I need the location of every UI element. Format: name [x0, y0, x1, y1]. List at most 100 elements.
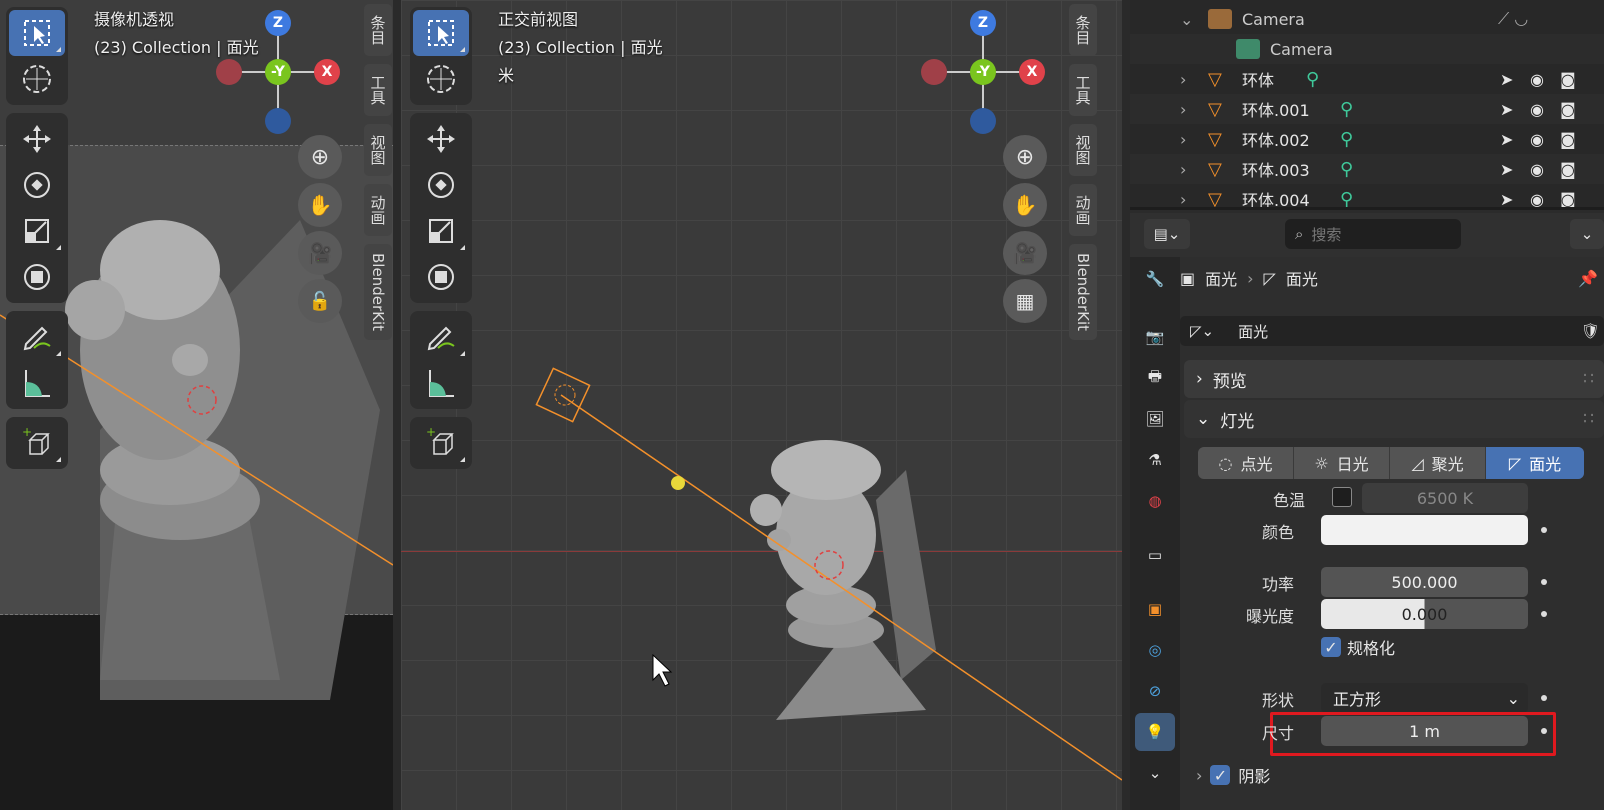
- outliner-row[interactable]: › ▽ 环体.004 ⚲ ➤ ◉ ◙: [1130, 184, 1604, 208]
- tab-blenderkit[interactable]: BlenderKit: [1069, 244, 1097, 340]
- keyframe-dot[interactable]: [1541, 527, 1547, 533]
- keyframe-dot[interactable]: [1541, 579, 1547, 585]
- light-type-area[interactable]: ◸ 面光: [1486, 447, 1584, 479]
- select-toggle-icon[interactable]: ➤: [1500, 100, 1513, 119]
- collapse-icon[interactable]: ⌄: [1180, 10, 1193, 29]
- camera-viewport[interactable]: 摄像机透视 (23) Collection | 面光 + Z -Y X ⊕ ✋ …: [0, 0, 393, 810]
- drag-handle-icon[interactable]: ∷: [1583, 369, 1594, 389]
- axis-neg-z-ball[interactable]: [265, 108, 291, 134]
- axis-neg-z-ball[interactable]: [970, 108, 996, 134]
- eye-icon[interactable]: ◉: [1530, 130, 1544, 149]
- tab-item[interactable]: 条目: [364, 4, 392, 56]
- tab-output[interactable]: 🖶: [1135, 359, 1175, 397]
- render-camera-icon[interactable]: ◙: [1560, 190, 1576, 208]
- measure-tool[interactable]: [9, 360, 65, 406]
- datablock-selector[interactable]: ◸⌄ 面光 🛡: [1180, 316, 1604, 346]
- tab-collection[interactable]: ▭: [1135, 536, 1175, 574]
- light-type-selector[interactable]: ◌ 点光 ☼ 日光 ◿ 聚光 ◸ 面光: [1198, 447, 1584, 479]
- render-camera-icon[interactable]: ◙: [1560, 100, 1576, 119]
- cursor-tool[interactable]: [413, 56, 469, 102]
- outliner-row[interactable]: Camera: [1130, 34, 1604, 64]
- eye-icon[interactable]: ◉: [1530, 70, 1544, 89]
- move-tool[interactable]: [413, 116, 469, 162]
- axis-neg-x-ball[interactable]: [216, 59, 242, 85]
- tab-blenderkit[interactable]: BlenderKit: [364, 244, 392, 340]
- keyframe-dot[interactable]: [1541, 611, 1547, 617]
- eye-icon[interactable]: ◉: [1530, 190, 1544, 208]
- move-tool[interactable]: [9, 116, 65, 162]
- camera-view-button[interactable]: 🎥: [1003, 231, 1047, 275]
- select-toggle-icon[interactable]: ➤: [1500, 130, 1513, 149]
- keyframe-dot[interactable]: [1541, 728, 1547, 734]
- pin-icon[interactable]: 📌: [1578, 269, 1598, 288]
- exposure-field[interactable]: 0.000: [1321, 599, 1528, 629]
- add-cube-tool[interactable]: +: [413, 420, 469, 466]
- transform-tool[interactable]: [9, 254, 65, 300]
- keyframe-dot[interactable]: [1541, 695, 1547, 701]
- navigation-gizmo[interactable]: Z -Y X: [210, 8, 350, 138]
- pan-button[interactable]: ✋: [298, 183, 342, 227]
- expand-icon[interactable]: ›: [1180, 160, 1186, 179]
- tab-constraints[interactable]: ⊘: [1135, 672, 1175, 710]
- search-field[interactable]: ⌕ 搜索: [1285, 219, 1461, 249]
- datablock-name[interactable]: 面光: [1238, 321, 1268, 342]
- panel-light-header[interactable]: ⌄ 灯光 ∷: [1184, 400, 1604, 438]
- tab-animation[interactable]: 动画: [1069, 184, 1097, 236]
- panel-preview-header[interactable]: › 预览 ∷: [1184, 360, 1604, 398]
- tab-view[interactable]: 视图: [364, 124, 392, 176]
- size-field[interactable]: 1 m: [1321, 716, 1528, 746]
- eye-icon[interactable]: ◉: [1530, 160, 1544, 179]
- render-camera-icon[interactable]: ◙: [1560, 160, 1576, 179]
- light-type-sun[interactable]: ☼ 日光: [1294, 447, 1390, 479]
- axis-neg-y-ball[interactable]: -Y: [970, 59, 996, 85]
- axis-neg-x-ball[interactable]: [921, 59, 947, 85]
- area-divider[interactable]: [393, 0, 401, 810]
- scale-tool[interactable]: [9, 208, 65, 254]
- add-cube-tool[interactable]: +: [9, 420, 65, 466]
- front-ortho-viewport[interactable]: 正交前视图 (23) Collection | 面光 米 + Z -Y X ⊕ …: [401, 0, 1122, 810]
- outliner-row[interactable]: › ▽ 环体.003 ⚲ ➤ ◉ ◙: [1130, 154, 1604, 184]
- select-box-tool[interactable]: [413, 10, 469, 56]
- expand-icon[interactable]: ›: [1180, 100, 1186, 119]
- tab-physics[interactable]: ◎: [1135, 631, 1175, 669]
- color-swatch[interactable]: [1321, 515, 1528, 545]
- select-toggle-icon[interactable]: ➤: [1500, 160, 1513, 179]
- tab-animation[interactable]: 动画: [364, 184, 392, 236]
- options-dropdown[interactable]: ⌄: [1570, 219, 1604, 249]
- light-type-point[interactable]: ◌ 点光: [1198, 447, 1294, 479]
- expand-icon[interactable]: ›: [1180, 190, 1186, 208]
- lock-camera-button[interactable]: 🔓: [298, 279, 342, 323]
- axis-z-ball[interactable]: Z: [265, 10, 291, 36]
- normalize-checkbox[interactable]: ✓ 规格化: [1321, 635, 1395, 659]
- axis-neg-y-ball[interactable]: -Y: [265, 59, 291, 85]
- outliner-row[interactable]: › ▽ 环体.002 ⚲ ➤ ◉ ◙: [1130, 124, 1604, 154]
- select-toggle-icon[interactable]: ➤: [1500, 190, 1513, 208]
- select-toggle-icon[interactable]: ➤: [1500, 70, 1513, 89]
- navigation-gizmo[interactable]: Z -Y X: [915, 8, 1055, 138]
- color-temp-toggle[interactable]: [1332, 487, 1352, 507]
- tab-tool[interactable]: 工具: [1069, 64, 1097, 116]
- eye-icon[interactable]: ◉: [1530, 100, 1544, 119]
- outliner-row[interactable]: ⌄ Camera ⟋ ◡: [1130, 4, 1604, 34]
- tab-scroll-down[interactable]: ⌄: [1135, 754, 1175, 792]
- ortho-toggle-button[interactable]: ▦: [1003, 279, 1047, 323]
- shape-dropdown[interactable]: 正方形 ⌄: [1321, 683, 1528, 713]
- editor-type-button[interactable]: ▤⌄: [1144, 219, 1190, 249]
- light-type-spot[interactable]: ◿ 聚光: [1390, 447, 1486, 479]
- tab-tool[interactable]: 工具: [364, 64, 392, 116]
- annotate-tool[interactable]: [413, 314, 469, 360]
- render-camera-icon[interactable]: ◙: [1560, 130, 1576, 149]
- outliner-row[interactable]: › ▽ 环体.001 ⚲ ➤ ◉ ◙: [1130, 94, 1604, 124]
- tab-scene[interactable]: ⚗: [1135, 441, 1175, 479]
- drag-handle-icon[interactable]: ∷: [1583, 409, 1594, 429]
- expand-icon[interactable]: ›: [1180, 70, 1186, 89]
- outliner-row[interactable]: › ▽ 环体 ⚲ ➤ ◉ ◙: [1130, 64, 1604, 94]
- select-box-tool[interactable]: [9, 10, 65, 56]
- rotate-tool[interactable]: [9, 162, 65, 208]
- area-divider[interactable]: [1122, 0, 1130, 810]
- tab-view[interactable]: 视图: [1069, 124, 1097, 176]
- color-temp-field[interactable]: 6500 K: [1362, 483, 1528, 513]
- render-camera-icon[interactable]: ◙: [1560, 70, 1576, 89]
- fake-user-icon[interactable]: 🛡: [1581, 322, 1600, 340]
- transform-tool[interactable]: [413, 254, 469, 300]
